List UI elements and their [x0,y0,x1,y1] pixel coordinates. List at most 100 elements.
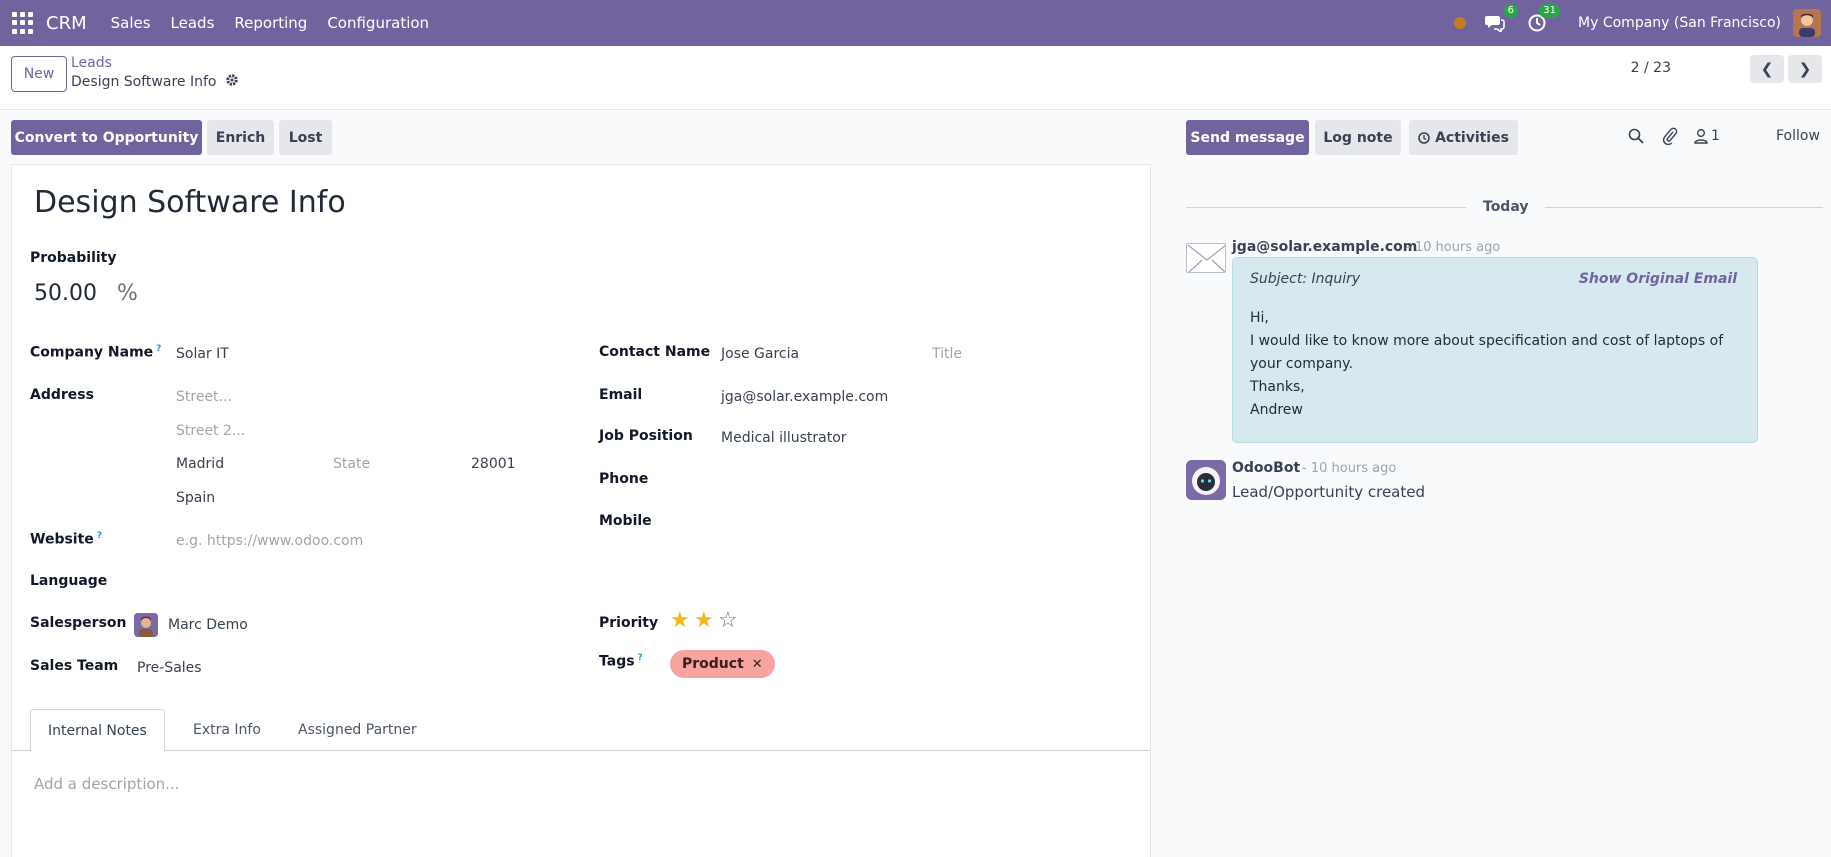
activities-button[interactable]: Activities [1409,120,1518,155]
messages-badge: 6 [1503,4,1519,18]
send-message-button[interactable]: Send message [1186,120,1309,155]
website-label: Website? [30,531,103,548]
message-body: Lead/Opportunity created [1232,483,1426,501]
description-input[interactable]: Add a description... [34,775,179,793]
mobile-label: Mobile [599,513,652,529]
pager-value[interactable]: 2 / 23 [1631,60,1671,76]
user-avatar[interactable] [1793,9,1821,37]
salesperson-input[interactable]: Marc Demo [168,617,248,633]
form-sheet: Design Software Info Probability 50.00 %… [11,164,1151,857]
notebook-tabs: Internal Notes Extra Info Assigned Partn… [12,709,1150,752]
salesperson-label: Salesperson [30,615,127,631]
contact-name-label: Contact Name [599,344,711,360]
job-position-input[interactable]: Medical illustrator [721,430,847,446]
app-brand[interactable]: CRM [46,13,87,34]
email-message-bubble: Subject: Inquiry Show Original Email Hi,… [1232,257,1758,443]
date-separator-today: Today [1483,199,1529,215]
menu-leads[interactable]: Leads [171,14,215,32]
activities-label: Activities [1435,129,1509,146]
menu-sales[interactable]: Sales [111,14,151,32]
menu-configuration[interactable]: Configuration [327,14,429,32]
top-navbar: CRM Sales Leads Reporting Configuration … [0,0,1831,46]
breadcrumb-current: Design Software Info [71,74,217,90]
priority-star-icon[interactable]: ★ [694,610,714,632]
company-name-input[interactable]: Solar IT [176,346,229,362]
divider [1545,207,1823,208]
email-body: Hi, I would like to know more about spec… [1250,307,1730,422]
tag-product[interactable]: Product ✕ [670,650,775,678]
email-line: Hi, [1250,310,1269,326]
control-panel: New Leads Design Software Info 2 / 23 ❮ … [0,46,1831,110]
lead-title[interactable]: Design Software Info [34,185,346,220]
remove-tag-icon[interactable]: ✕ [752,657,763,672]
odoobot-avatar[interactable] [1186,460,1226,500]
email-label: Email [599,387,643,403]
log-note-button[interactable]: Log note [1315,120,1401,155]
messages-icon[interactable]: 6 [1484,4,1519,34]
envelope-icon [1186,243,1226,273]
email-line: Andrew [1250,402,1303,418]
country-input[interactable]: Spain [176,490,215,506]
activities-badge: 31 [1539,4,1561,18]
presence-status-icon[interactable] [1454,17,1467,29]
probability-unit: % [117,281,138,306]
email-line: I would like to know more about specific… [1250,333,1724,372]
follow-button[interactable]: Follow [1776,128,1820,144]
breadcrumb-leads[interactable]: Leads [71,55,112,71]
message-author[interactable]: jga@solar.example.com [1232,239,1417,255]
tab-internal-notes[interactable]: Internal Notes [30,709,165,752]
city-input[interactable]: Madrid [176,456,224,472]
sales-team-input[interactable]: Pre-Sales [137,660,202,676]
followers-button[interactable]: 1 [1694,128,1720,144]
email-input[interactable]: jga@solar.example.com [721,389,888,405]
divider [1186,207,1466,208]
state-input[interactable]: State [333,456,370,472]
message-author[interactable]: OdooBot [1232,460,1300,476]
enrich-button[interactable]: Enrich [207,120,274,155]
tab-assigned-partner[interactable]: Assigned Partner [281,709,434,751]
menu-reporting[interactable]: Reporting [234,14,307,32]
email-subject: Subject: Inquiry [1250,271,1361,287]
sales-team-label: Sales Team [30,658,119,674]
help-icon[interactable]: ? [638,653,643,663]
apps-menu-icon[interactable] [12,12,34,34]
contact-name-input[interactable]: Jose Garcia [721,346,799,362]
phone-label: Phone [599,471,649,487]
pager-previous-icon[interactable]: ❮ [1750,55,1784,83]
gear-icon[interactable] [225,73,239,91]
help-icon[interactable]: ? [97,531,102,541]
paperclip-icon[interactable] [1662,127,1678,149]
priority-star-icon[interactable]: ★ [670,610,690,632]
followers-count: 1 [1711,128,1720,144]
email-line: Thanks, [1250,379,1305,395]
user-icon [1694,128,1708,144]
street-input[interactable]: Street... [176,389,232,405]
convert-to-opportunity-button[interactable]: Convert to Opportunity [11,120,202,155]
priority-star-icon[interactable]: ☆ [718,610,738,632]
website-input[interactable]: e.g. https://www.odoo.com [176,533,363,549]
tab-extra-info[interactable]: Extra Info [176,709,278,751]
show-original-email-link[interactable]: Show Original Email [1579,271,1737,287]
tag-label: Product [682,656,744,672]
priority-label: Priority [599,615,659,631]
company-name-label: Company Name? [30,344,162,361]
clock-icon [1418,131,1430,144]
lost-button[interactable]: Lost [279,120,332,155]
probability-input[interactable]: 50.00 [34,281,97,306]
zip-input[interactable]: 28001 [471,456,516,472]
language-label: Language [30,573,108,589]
activities-clock-icon[interactable]: 31 [1526,4,1561,34]
search-icon[interactable] [1628,128,1644,148]
contact-title-input[interactable]: Title [932,346,962,362]
message-time: - 10 hours ago [1406,240,1501,255]
help-icon[interactable]: ? [156,344,161,354]
tags-label: Tags? [599,653,643,670]
street2-input[interactable]: Street 2... [176,423,245,439]
address-label: Address [30,387,94,403]
job-position-label: Job Position [599,428,693,444]
pager-next-icon[interactable]: ❯ [1788,55,1822,83]
salesperson-avatar [134,613,158,637]
new-button[interactable]: New [11,56,67,92]
company-switcher[interactable]: My Company (San Francisco) [1578,15,1781,31]
probability-label: Probability [30,250,117,266]
